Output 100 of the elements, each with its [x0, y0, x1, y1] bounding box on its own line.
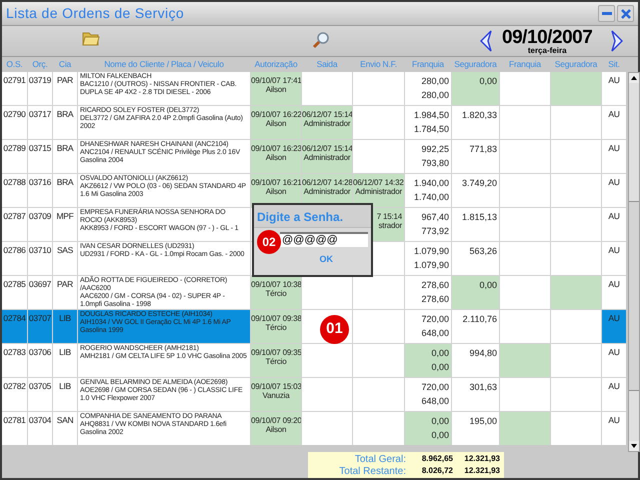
- table-cell: AU: [602, 72, 626, 105]
- table-cell: 02791: [2, 72, 27, 105]
- table-cell: 02785: [2, 276, 27, 309]
- column-header[interactable]: Seguradora: [551, 58, 601, 71]
- table-cell: 06/12/07 14:32 Administrador: [353, 174, 404, 207]
- table-cell: 06/12/07 15:14 Administrador: [302, 106, 352, 139]
- total-value: 8.026,72: [420, 465, 454, 477]
- total-label: Total Geral:: [354, 452, 407, 466]
- scroll-down-icon[interactable]: [629, 441, 639, 451]
- ok-button[interactable]: OK: [320, 253, 333, 266]
- search-button[interactable]: [312, 31, 330, 49]
- column-header[interactable]: Envio N.F.: [353, 58, 404, 71]
- table-cell: 03710: [28, 242, 52, 275]
- table-cell: 02789: [2, 140, 27, 173]
- table-cell: 03719: [28, 72, 52, 105]
- table-cell: 02786: [2, 242, 27, 275]
- table-cell: LIB: [53, 344, 77, 377]
- total-label: Total Restante:: [338, 464, 407, 478]
- table-cell: AU: [602, 310, 626, 343]
- column-header[interactable]: Sit.: [602, 58, 626, 71]
- table-cell: 03706: [28, 344, 52, 377]
- table-cell: 994,80: [452, 344, 499, 377]
- table-cell: 09/10/07 10:38 Tércio: [251, 276, 301, 309]
- table-cell: 09/10/07 16:22 Ailson: [251, 106, 301, 139]
- table-cell: 967,40 773,92: [405, 208, 451, 241]
- scrollbar-thumb[interactable]: [629, 201, 639, 391]
- column-header[interactable]: Franquia: [405, 58, 451, 71]
- column-header[interactable]: Franquia: [500, 58, 550, 71]
- minimize-icon: [602, 12, 612, 15]
- table-cell: SAN: [53, 412, 77, 445]
- column-header[interactable]: Nome do Cliente / Placa / Veiculo: [78, 58, 250, 71]
- table-cell: 1.820,33: [452, 106, 499, 139]
- scroll-up-icon[interactable]: [629, 73, 639, 83]
- table-cell: 1.940,00 1.740,00: [405, 174, 451, 207]
- table-cell: AU: [602, 208, 626, 241]
- table-cell: 1.079,90 1.079,90: [405, 242, 451, 275]
- table-cell: 02788: [2, 174, 27, 207]
- column-header[interactable]: Seguradora: [452, 58, 499, 71]
- window-title: Lista de Ordens de Serviço: [6, 4, 184, 23]
- table-cell: AU: [602, 106, 626, 139]
- column-header[interactable]: O.S.: [2, 58, 27, 71]
- table-cell: 1.815,13: [452, 208, 499, 241]
- table-cell: 09/10/07 09:20 Ailson: [251, 412, 301, 445]
- column-header[interactable]: Autorização: [251, 58, 301, 71]
- table-cell: 06/12/07 15:14 Administrador: [302, 140, 352, 173]
- table-cell: PAR: [53, 72, 77, 105]
- table-cell: 720,00 648,00: [405, 378, 451, 411]
- table-cell: BRA: [53, 174, 77, 207]
- table-cell: BRA: [53, 106, 77, 139]
- table-cell: 0,00: [452, 72, 499, 105]
- folder-icon: [82, 31, 100, 46]
- table-cell: 02790: [2, 106, 27, 139]
- table-cell: SAS: [53, 242, 77, 275]
- search-icon: [312, 31, 330, 49]
- table-cell: 03717: [28, 106, 52, 139]
- table-cell: 02787: [2, 208, 27, 241]
- password-field[interactable]: @@@@@: [280, 232, 368, 247]
- date-label: 09/10/2007: [502, 28, 592, 47]
- column-header[interactable]: Cia: [53, 58, 77, 71]
- table-cell: BRA: [53, 140, 77, 173]
- minimize-button[interactable]: [598, 5, 615, 22]
- table-cell: MPF: [53, 208, 77, 241]
- previous-day-button[interactable]: [479, 30, 493, 52]
- total-value: 8.962,65: [420, 453, 454, 465]
- table-cell: 09/10/07 17:41 Ailson: [251, 72, 301, 105]
- close-button[interactable]: [617, 5, 634, 22]
- table-cell: 03716: [28, 174, 52, 207]
- table-cell: 1.984,50 1.784,50: [405, 106, 451, 139]
- table-cell: LIB: [53, 310, 77, 343]
- table-cell: 2.110,76: [452, 310, 499, 343]
- table-cell: 992,25 793,80: [405, 140, 451, 173]
- table-cell: 280,00 280,00: [405, 72, 451, 105]
- table-cell: 02781: [2, 412, 27, 445]
- column-header[interactable]: Saida: [302, 58, 352, 71]
- table-cell: 0,00 0,00: [405, 412, 451, 445]
- column-header[interactable]: Orç.: [28, 58, 52, 71]
- table-cell: 03715: [28, 140, 52, 173]
- table-cell: AU: [602, 276, 626, 309]
- chevron-left-icon: [479, 30, 493, 52]
- table-cell: 09/10/07 15:03 Vanuzia: [251, 378, 301, 411]
- folder-button[interactable]: [82, 31, 100, 46]
- table-cell: 03707: [28, 310, 52, 343]
- scrollbar[interactable]: [628, 72, 640, 452]
- total-value: 12.321,93: [463, 465, 501, 477]
- dialog-title: Digite a Senha.: [256, 209, 344, 226]
- table-cell: 03704: [28, 412, 52, 445]
- table-cell: 771,83: [452, 140, 499, 173]
- chevron-right-icon: [610, 30, 624, 52]
- next-day-button[interactable]: [610, 30, 624, 52]
- close-icon: [620, 8, 630, 18]
- table-cell: 03705: [28, 378, 52, 411]
- table-cell: 278,60 278,60: [405, 276, 451, 309]
- weekday-label: terça-feira: [528, 47, 567, 55]
- table-cell: 195,00: [452, 412, 499, 445]
- table-cell: LIB: [53, 378, 77, 411]
- table-cell: 301,63: [452, 378, 499, 411]
- table-cell: AU: [602, 412, 626, 445]
- table-cell: 03709: [28, 208, 52, 241]
- table-cell: AU: [602, 378, 626, 411]
- table-cell: 02783: [2, 344, 27, 377]
